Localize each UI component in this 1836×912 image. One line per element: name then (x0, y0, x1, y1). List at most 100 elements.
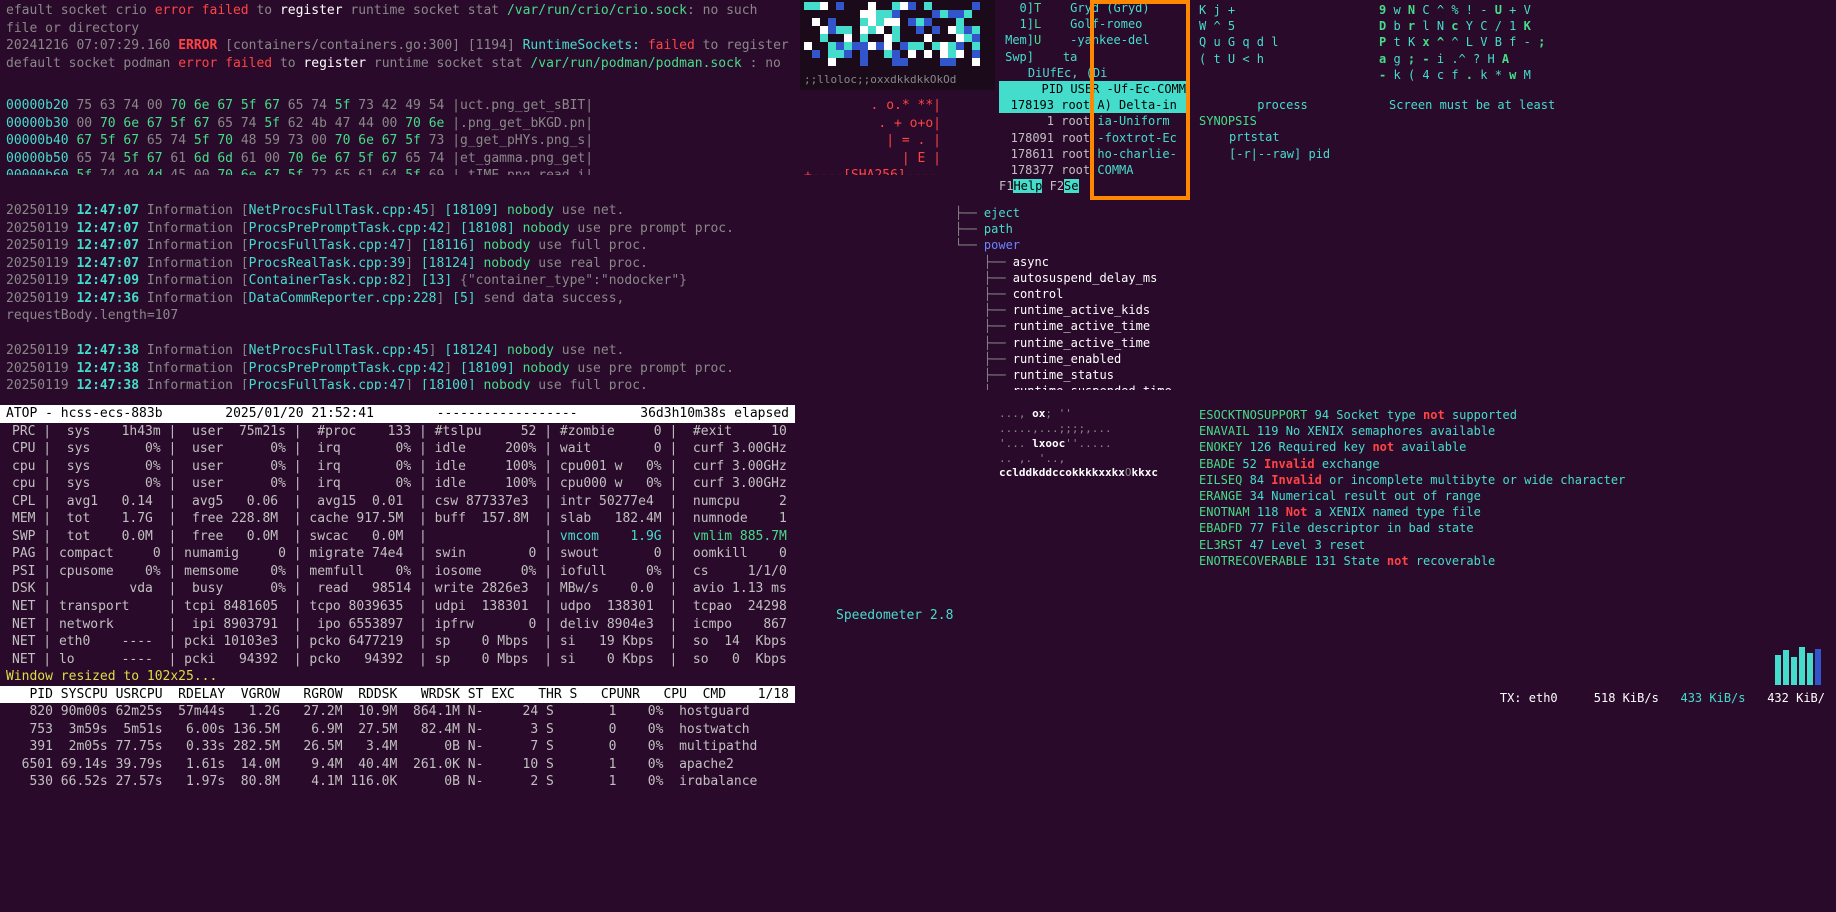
tree-leaf[interactable]: ├── runtime_active_time (955, 335, 1195, 351)
sysfs-tree[interactable]: ├── eject├── path└── power ├── async ├──… (955, 205, 1195, 390)
errno-row: ESOCKTNOSUPPORT 94 Socket type not suppo… (1199, 407, 1831, 423)
htop-process-row[interactable]: 178091 root -foxtrot-Ec (999, 130, 1186, 146)
atop-process-list[interactable]: 820 90m00s 62m25s 57m44s 1.2G 27.2M 10.9… (0, 703, 795, 785)
tree-leaf[interactable]: ├── runtime_enabled (955, 351, 1195, 367)
atop-elapsed: 36d3h10m38s elapsed (640, 405, 789, 423)
sha-line: . o.* **| (804, 97, 941, 115)
htop-meter: Swp] ta (999, 49, 1186, 65)
man-synopsis: SYNOPSIS (1199, 113, 1366, 129)
rightword-line: ( t U < h (1199, 51, 1366, 67)
errno-row: ENOKEY 126 Required key not available (1199, 439, 1831, 455)
atop-process-row[interactable]: 391 2m05s 77.75s 0.33s 282.5M 26.5M 3.4M… (0, 738, 795, 756)
atop-stat-row: CPU | sys 0% | user 0% | irq 0% | idle 2… (6, 440, 789, 458)
farright-line: P t K x ^ ^ L V B f - ; (1379, 34, 1831, 50)
tree-node[interactable]: ├── path (955, 221, 1195, 237)
errno-row: EBADE 52 Invalid exchange (1199, 456, 1831, 472)
applog-row: 20250119 12:47:07 Information [ProcsFull… (6, 237, 789, 255)
rightword-line: K j + (1199, 2, 1366, 18)
hexdump-pane: 00000b20 75 63 74 00 70 6e 67 5f 67 65 7… (0, 95, 795, 175)
atop-page: 1/18 (758, 686, 789, 704)
blocky-art-pane: ;;lloloc;;oxxdkkdkkOkOd (800, 0, 995, 90)
ascii-line: .....,...;;;;,... (999, 422, 1186, 437)
tree-node[interactable]: └── power (955, 237, 1195, 253)
atop-process-row[interactable]: 6501 69.14s 39.79s 1.61s 14.0M 9.4M 40.4… (0, 756, 795, 774)
farright-line: D b r l N c Y C / 1 K (1379, 18, 1831, 34)
speedo-bar-graph (1775, 645, 1825, 685)
atop-stat-row: PSI | cpusome 0% | memsome 0% | memfull … (6, 563, 789, 581)
tree-node[interactable]: ├── eject (955, 205, 1195, 221)
atop-process-row[interactable]: 820 90m00s 62m25s 57m44s 1.2G 27.2M 10.9… (0, 703, 795, 721)
tree-leaf[interactable]: ├── runtime_active_kids (955, 302, 1195, 318)
farright-line: - k ( 4 c f . k * w M (1379, 67, 1831, 83)
applog-row: 20250119 12:47:36 Information [DataCommR… (6, 290, 789, 325)
ascii-line: '... lxooc''..... (999, 437, 1186, 452)
atop-stat-row: cpu | sys 0% | user 0% | irq 0% | idle 1… (6, 458, 789, 476)
tree-leaf[interactable]: ├── control (955, 286, 1195, 302)
atop-stat-row: NET | transport | tcpi 8481605 | tcpo 80… (6, 598, 789, 616)
htop-meter: 1]L Golf-romeo (999, 16, 1186, 32)
htop-fkeys[interactable]: F1Help F2Se (999, 178, 1186, 194)
atop-columns: PID SYSCPU USRCPU RDELAY VGROW RGROW RDD… (0, 686, 795, 704)
tree-leaf[interactable]: ├── runtime_active_time (955, 318, 1195, 334)
tree-leaf[interactable]: ├── autosuspend_delay_ms (955, 270, 1195, 286)
atop-stat-row: SWP | tot 0.0M | free 0.0M | swcac 0.0M … (6, 528, 789, 546)
sha-line: | = . | (804, 132, 941, 150)
rightwords-pane: K j +W ^ 5Q u G q d l( t U < h (1195, 0, 1370, 85)
atop-stat-row: NET | eth0 ---- | pcki 10103e3 | pcko 64… (6, 633, 789, 651)
htop-pane[interactable]: 0]T Gryd (Gryd)1]L Golf-romeoMem]U -yank… (995, 0, 1190, 195)
atop-process-row[interactable]: 753 3m59s 5m51s 6.00s 136.5M 6.9M 27.5M … (0, 721, 795, 739)
htop-process-row[interactable]: 178377 root COMMA (999, 162, 1186, 178)
htop-process-row[interactable]: 1 root ia-Uniform (999, 113, 1186, 129)
rightword-line: Q u G q d l (1199, 34, 1366, 50)
hexdump-row: 00000b30 00 70 6e 67 5f 67 65 74 5f 62 4… (6, 115, 789, 133)
tree-leaf[interactable]: ├── async (955, 254, 1195, 270)
ascii-art-pane: ..., ox; ''.....,...;;;;,...'... lxooc''… (995, 405, 1190, 585)
atop-stat-row: PAG | compact 0 | numamig 0 | migrate 74… (6, 545, 789, 563)
applog-row: 20250119 12:47:07 Information [ProcsReal… (6, 255, 789, 273)
blocky-text: ;;lloloc;;oxxdkkdkkOkOd (804, 73, 956, 88)
errlog-line: efault socket crio error failed to regis… (6, 2, 789, 37)
farright-line: 9 w N C ^ % ! - U + V (1379, 2, 1831, 18)
atop-date: 2025/01/20 21:52:41 (225, 405, 374, 423)
errno-row: EL3RST 47 Level 3 reset (1199, 537, 1831, 553)
process-man-pane: process SYNOPSIS prtstat [-r|--raw] pid (1195, 95, 1370, 185)
tx-label: TX: eth0 (1500, 691, 1558, 705)
atop-host: ATOP - hcss-ecs-883b (6, 405, 163, 423)
sha-footer: +----[SHA256]-----+ (804, 167, 941, 175)
error-log-pane: efault socket crio error failed to regis… (0, 0, 795, 70)
farright-pane: 9 w N C ^ % ! - U + VD b r l N c Y C / 1… (1375, 0, 1835, 85)
hexdump-row: 00000b50 65 74 5f 67 61 6d 6d 61 00 70 6… (6, 150, 789, 168)
errno-row: EILSEQ 84 Invalid or incomplete multibyt… (1199, 472, 1831, 488)
applog-pane: 20250119 12:47:07 Information [NetProcsF… (0, 200, 795, 390)
atop-stat-row: DSK | vda | busy 0% | read 98514 | write… (6, 580, 789, 598)
hexdump-row: 00000b60 5f 74 49 4d 45 00 70 6e 67 5f 7… (6, 167, 789, 175)
screen-warning: Screen must be at least (1385, 95, 1835, 125)
htop-process-row[interactable]: 178611 root ho-charlie- (999, 146, 1186, 162)
man-opts: [-r|--raw] pid (1199, 146, 1366, 162)
atop-stat-row: PRC | sys 1h43m | user 75m21s | #proc 13… (6, 423, 789, 441)
atop-dash: ------------------ (437, 405, 578, 423)
atop-pane[interactable]: ATOP - hcss-ecs-883b 2025/01/20 21:52:41… (0, 405, 795, 785)
man-title: process (1199, 97, 1366, 113)
applog-row (6, 325, 789, 343)
atop-stat-row: NET | network | ipi 8903791 | ipo 655389… (6, 616, 789, 634)
errlog-line: 20241216 07:07:29.160 ERROR [containers/… (6, 37, 789, 70)
atop-stat-row: cpu | sys 0% | user 0% | irq 0% | idle 1… (6, 475, 789, 493)
speedo-title: Speedometer 2.8 (806, 607, 1829, 625)
atop-process-row[interactable]: 530 66.52s 27.57s 1.97s 80.8M 4.1M 116.0… (0, 773, 795, 785)
tree-leaf[interactable]: └── runtime_suspended_time (955, 383, 1195, 390)
sha-line: . + o+o| (804, 115, 941, 133)
errno-row: ENOTNAM 118 Not a XENIX named type file (1199, 504, 1831, 520)
applog-row: 20250119 12:47:07 Information [NetProcsF… (6, 202, 789, 220)
screen-warning-text: Screen must be at least (1389, 98, 1555, 112)
applog-row: 20250119 12:47:09 Information [Container… (6, 272, 789, 290)
hexdump-row: 00000b20 75 63 74 00 70 6e 67 5f 67 65 7… (6, 97, 789, 115)
atop-resize-msg: Window resized to 102x25... (0, 668, 795, 686)
ascii-line: .. ,. '.., (999, 452, 1186, 467)
tx-rate3: 432 KiB/ (1767, 691, 1825, 705)
man-cmd: prtstat (1199, 129, 1366, 145)
errno-pane: ESOCKTNOSUPPORT 94 Socket type not suppo… (1195, 405, 1835, 575)
sha-line: | E | (804, 150, 941, 168)
errno-row: ERANGE 34 Numerical result out of range (1199, 488, 1831, 504)
tree-leaf[interactable]: ├── runtime_status (955, 367, 1195, 383)
